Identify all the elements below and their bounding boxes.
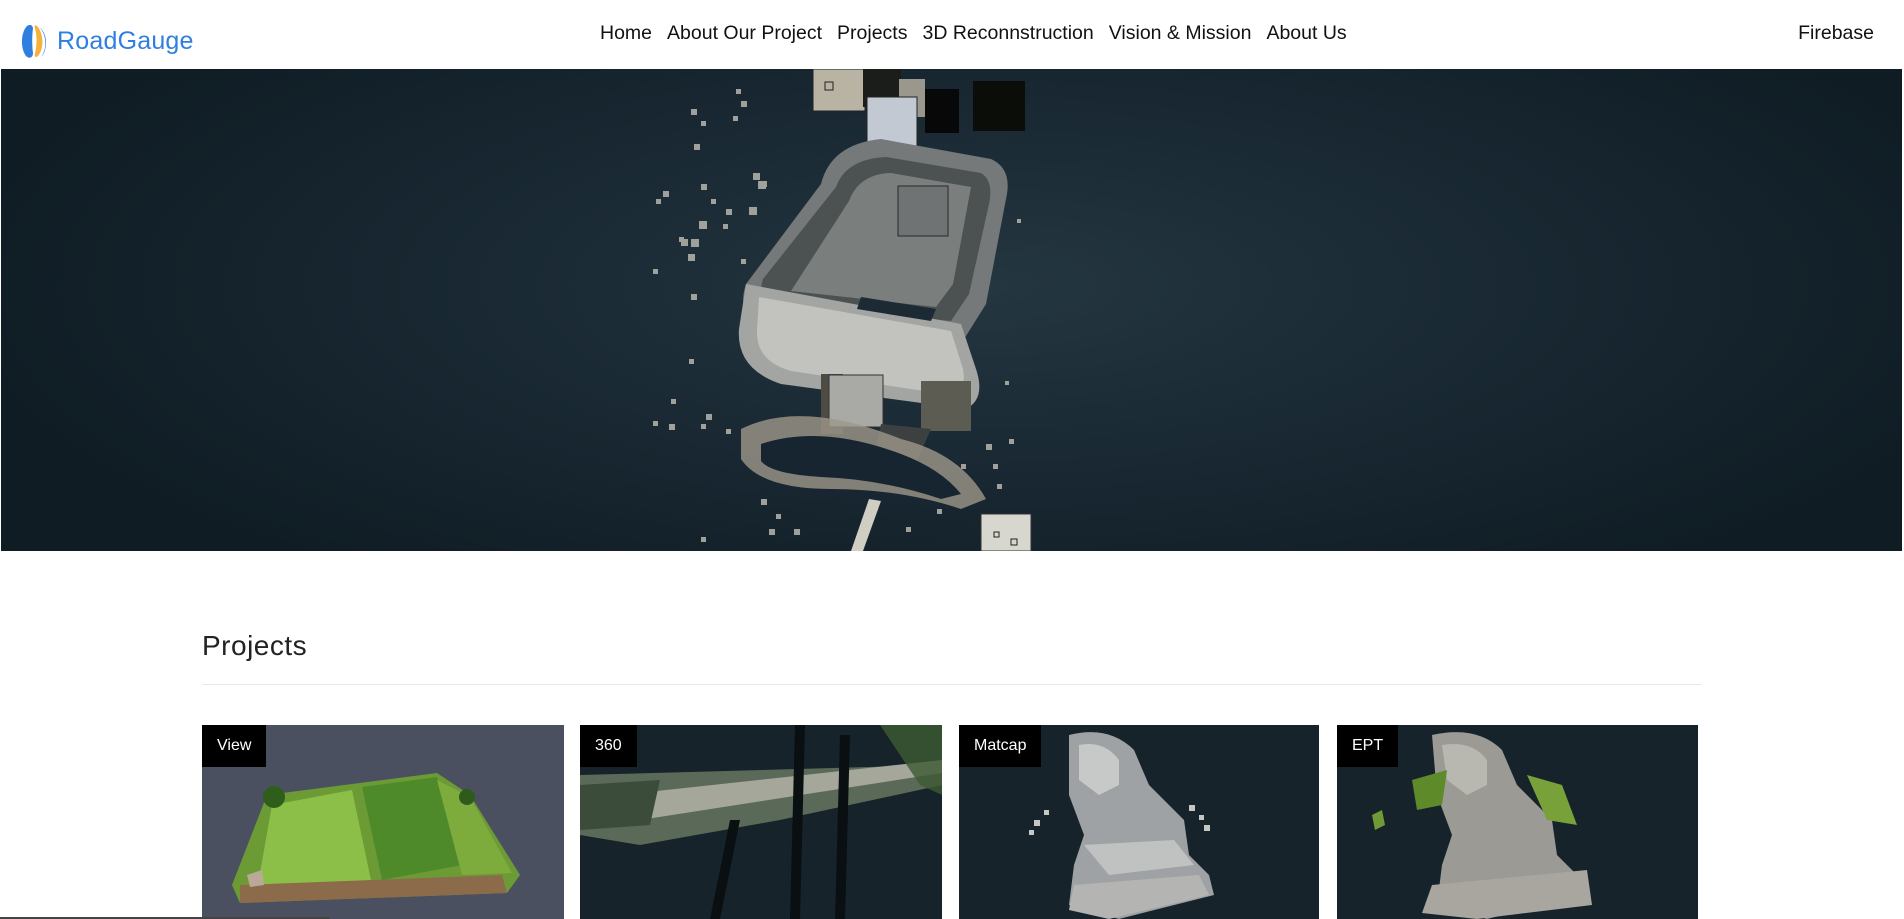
project-card-ept[interactable]: EPT	[1337, 725, 1698, 919]
nav-firebase[interactable]: Firebase	[1798, 18, 1874, 48]
nav-home[interactable]: Home	[600, 18, 652, 48]
card-tag: Matcap	[959, 725, 1042, 767]
project-card-view[interactable]: View	[202, 725, 564, 919]
main-nav: Home About Our Project Projects 3D Recon…	[600, 18, 1347, 48]
project-card-matcap[interactable]: Matcap	[959, 725, 1319, 919]
section-divider	[202, 684, 1702, 685]
hero-point-cloud-viewer[interactable]	[1, 69, 1902, 551]
card-tag: View	[202, 725, 267, 767]
card-tag: EPT	[1337, 725, 1399, 767]
chair-point-cloud-image	[653, 69, 1032, 551]
project-card-360[interactable]: 360	[580, 725, 942, 919]
projects-heading: Projects	[202, 630, 308, 661]
brand-link[interactable]: RoadGauge	[17, 22, 194, 60]
nav-about-us[interactable]: About Us	[1266, 18, 1346, 48]
nav-projects[interactable]: Projects	[837, 18, 907, 48]
card-tag: 360	[580, 725, 637, 767]
nav-about-our-project[interactable]: About Our Project	[667, 18, 822, 48]
nav-3d-reconstruction[interactable]: 3D Reconnstruction	[922, 18, 1093, 48]
nav-vision-mission[interactable]: Vision & Mission	[1109, 18, 1252, 48]
projects-section: Projects	[202, 630, 1702, 685]
roadgauge-logo-icon	[21, 25, 46, 58]
brand-name: RoadGauge	[57, 26, 194, 55]
top-navbar: RoadGauge Home About Our Project Project…	[0, 0, 1904, 69]
